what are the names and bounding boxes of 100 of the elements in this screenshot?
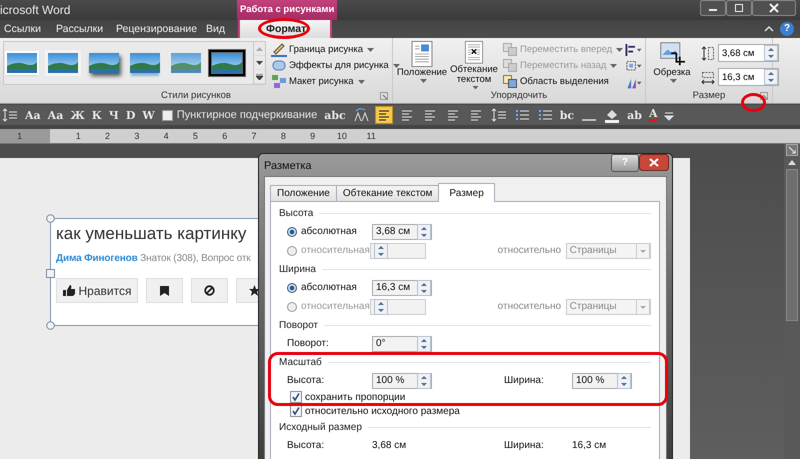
size-field[interactable]: 16,3 см	[372, 280, 432, 296]
collapse-ribbon-icon[interactable]	[764, 25, 774, 33]
radio-label: относительная	[301, 301, 370, 312]
format-button[interactable]: W	[142, 108, 155, 122]
original-width-value: 16,3 см	[572, 440, 608, 451]
line-spacing-icon[interactable]	[490, 107, 507, 123]
format-button[interactable]: D	[126, 108, 136, 122]
ribbon-tab[interactable]: Рассылки	[56, 20, 110, 38]
dialog-launcher-icon[interactable]	[380, 92, 388, 100]
format-button[interactable]: Aa	[25, 108, 41, 122]
question-heading: как уменьшать картинку	[56, 223, 246, 245]
shape-height-field[interactable]: 3,68 см	[718, 44, 779, 62]
spinner-icon[interactable]	[764, 45, 778, 61]
post-action-button[interactable]: Нравится	[56, 278, 138, 303]
size-field[interactable]	[370, 242, 426, 258]
scroll-up-icon[interactable]	[788, 160, 796, 165]
size-field[interactable]: 3,68 см	[372, 224, 432, 240]
author-line: Дима Финогенов Знаток (308), Вопрос отк	[56, 253, 251, 264]
scale-width-field[interactable]: 100 %	[572, 372, 632, 388]
checkbox[interactable]	[290, 391, 302, 403]
dialog-tab[interactable]: Размер	[438, 183, 495, 202]
paint-bucket-icon[interactable]	[604, 107, 620, 123]
spinner-icon[interactable]	[374, 242, 388, 258]
expand-gallery-icon[interactable]	[256, 74, 263, 80]
list-icon[interactable]	[514, 107, 530, 123]
dialog-tab[interactable]: Обтекание текстом	[336, 185, 440, 201]
format-button[interactable]: К	[92, 108, 102, 122]
format-button[interactable]: Ж	[70, 108, 85, 122]
caret-icon	[358, 80, 365, 84]
maximize-icon[interactable]	[726, 0, 752, 16]
caret-icon	[367, 48, 374, 52]
font-color-button[interactable]: A	[648, 108, 658, 122]
align-icon[interactable]	[625, 44, 643, 56]
close-icon[interactable]	[752, 0, 796, 16]
list-icon[interactable]	[536, 107, 553, 123]
radio-button[interactable]	[287, 226, 297, 236]
spinner-icon[interactable]	[417, 336, 431, 352]
caret-icon	[472, 86, 478, 89]
ruler-number: 1	[16, 131, 24, 141]
radio-label: абсолютная	[301, 282, 357, 293]
picture-style-thumbnail[interactable]	[48, 53, 78, 73]
ribbon-tab[interactable]: Ссылки	[4, 20, 50, 38]
field-label: Ширина:	[504, 375, 545, 386]
dialog-tab[interactable]: Положение	[270, 185, 337, 201]
field-label: относительно	[498, 245, 562, 256]
resize-handle[interactable]	[46, 214, 55, 223]
section-heading: Исходный размер	[279, 422, 362, 432]
size-field[interactable]	[370, 298, 426, 314]
close-icon[interactable]	[639, 154, 669, 171]
ribbon-tab[interactable]: Рецензирование	[116, 20, 200, 38]
caret-icon	[610, 64, 618, 68]
radio-button[interactable]	[287, 282, 297, 292]
spinner-icon[interactable]	[617, 372, 631, 388]
post-action-button[interactable]	[146, 278, 183, 303]
format-button[interactable]: Aa	[48, 108, 64, 122]
ruler-toggle-icon[interactable]	[786, 144, 798, 156]
scale-height-field[interactable]: 100 %	[372, 372, 432, 388]
scrollbar-thumb[interactable]	[786, 169, 798, 321]
caret-icon	[616, 48, 624, 52]
layers-icon	[503, 75, 518, 88]
line-spacing-icon[interactable]	[2, 107, 18, 123]
large-ribbon-button[interactable]: Обтекание текстом	[448, 41, 500, 89]
spinner-icon[interactable]	[417, 280, 431, 296]
align-icon[interactable]	[376, 107, 392, 123]
change-case-icon[interactable]	[352, 107, 369, 123]
large-ribbon-button[interactable]: Обрезка	[649, 41, 695, 89]
section-heading: Масштаб	[279, 356, 322, 368]
scroll-down-icon[interactable]	[256, 60, 263, 64]
picture-style-thumbnail[interactable]	[89, 53, 119, 73]
group-icon[interactable]	[625, 60, 643, 73]
dialog-launcher-icon[interactable]	[760, 92, 768, 100]
rotate-icon[interactable]	[625, 76, 643, 89]
resize-handle[interactable]	[46, 269, 55, 278]
spinner-icon[interactable]	[374, 298, 388, 314]
ribbon-tab[interactable]: Вид	[206, 20, 228, 38]
layers-icon	[503, 43, 518, 56]
spinner-icon[interactable]	[764, 69, 778, 85]
checkbox[interactable]	[162, 110, 173, 120]
caret-icon	[392, 64, 400, 68]
format-button[interactable]: ab	[627, 108, 642, 122]
vertical-scrollbar[interactable]	[784, 144, 800, 459]
picture-style-thumbnail[interactable]	[130, 53, 160, 73]
shape-width-field[interactable]: 16,3 см	[718, 68, 779, 86]
pencil-icon	[271, 42, 287, 57]
picture-style-thumbnail[interactable]	[171, 53, 201, 73]
help-button[interactable]: ?	[780, 22, 794, 36]
spinner-icon[interactable]	[417, 372, 431, 388]
minimize-icon[interactable]	[700, 0, 726, 16]
resize-handle[interactable]	[46, 321, 55, 330]
spinner-icon[interactable]	[417, 224, 431, 240]
post-action-button[interactable]	[191, 278, 228, 303]
format-button[interactable]: abc	[324, 108, 346, 122]
checkbox[interactable]	[290, 405, 302, 417]
rotation-field[interactable]: 0°	[372, 336, 432, 352]
format-button[interactable]: Ч	[108, 108, 119, 122]
annotation-ellipse	[258, 18, 310, 39]
ribbon-command[interactable]: Область выделения	[503, 74, 625, 89]
checkbox-label: относительно исходного размера	[305, 406, 460, 416]
format-button[interactable]: bc	[560, 108, 574, 122]
picture-style-thumbnail[interactable]	[7, 53, 37, 73]
